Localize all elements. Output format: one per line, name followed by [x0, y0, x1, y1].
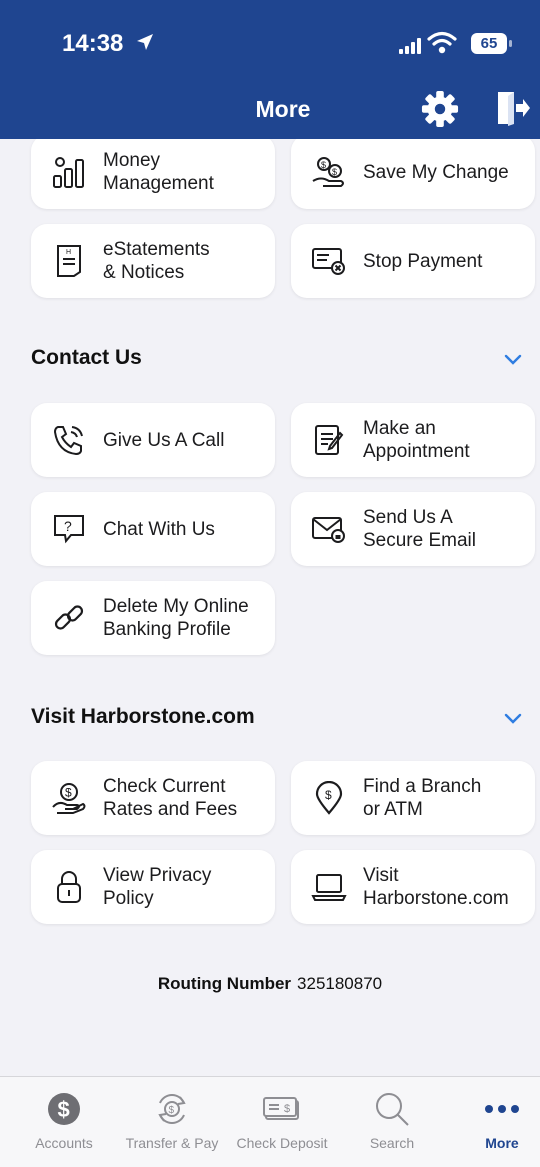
secure-email-card[interactable]: Send Us A Secure Email [291, 492, 535, 566]
notepad-icon [311, 422, 347, 458]
logout-icon[interactable] [496, 90, 530, 126]
phone-icon [51, 422, 87, 458]
tab-label: Transfer & Pay [125, 1135, 219, 1151]
more-content: Money Management $ $ Save My Change H eS… [0, 139, 540, 1076]
status-time-text: 14:38 [62, 30, 124, 57]
card-label: Make an Appointment [363, 418, 470, 462]
make-an-appointment-card[interactable]: Make an Appointment [291, 403, 535, 477]
svg-text:?: ? [64, 518, 72, 534]
svg-text:$: $ [284, 1103, 290, 1115]
svg-text:$: $ [325, 788, 332, 802]
routing-number-value: 325180870 [297, 974, 383, 993]
contact-us-heading: Contact Us [31, 346, 142, 369]
card-label: Save My Change [363, 161, 509, 183]
tab-label: Check Deposit [236, 1135, 328, 1151]
page-title: More [255, 96, 311, 122]
secure-email-icon [311, 511, 347, 547]
gear-icon[interactable] [421, 90, 459, 128]
dollar-circle-icon: $ [10, 1089, 118, 1129]
card-label: Give Us A Call [103, 429, 225, 451]
card-label: Money Management [103, 150, 214, 194]
money-management-card[interactable]: Money Management [31, 139, 275, 209]
transfer-icon: $ [118, 1089, 226, 1129]
stop-payment-card[interactable]: Stop Payment [291, 224, 535, 298]
delete-profile-card[interactable]: Delete My Online Banking Profile [31, 581, 275, 655]
privacy-policy-card[interactable]: View Privacy Policy [31, 850, 275, 924]
save-my-change-card[interactable]: $ $ Save My Change [291, 139, 535, 209]
tab-check-deposit[interactable]: $ Check Deposit [228, 1077, 336, 1167]
cellular-signal-icon [399, 38, 421, 54]
card-label: Visit Harborstone.com [363, 865, 509, 909]
card-label: eStatements & Notices [103, 239, 210, 283]
link-icon [51, 600, 87, 636]
svg-text:$: $ [65, 786, 72, 800]
tab-accounts[interactable]: $ Accounts [10, 1077, 118, 1167]
chat-with-us-card[interactable]: ? Chat With Us [31, 492, 275, 566]
tab-label: More [485, 1135, 519, 1151]
location-arrow-icon [136, 30, 154, 58]
money-hand-icon: $ [51, 780, 87, 816]
card-label: Stop Payment [363, 250, 483, 272]
location-pin-icon: $ [311, 780, 347, 816]
card-label: Delete My Online Banking Profile [103, 596, 249, 640]
card-label: Chat With Us [103, 518, 215, 540]
battery-indicator: 65 [471, 33, 507, 54]
check-rates-card[interactable]: $ Check Current Rates and Fees [31, 761, 275, 835]
document-icon: H [51, 243, 87, 279]
svg-text:H: H [66, 249, 71, 256]
svg-text:$: $ [169, 1105, 175, 1116]
routing-number: Routing Number 325180870 [0, 974, 540, 994]
svg-text:$: $ [321, 160, 326, 170]
check-icon: $ [228, 1089, 336, 1129]
battery-tip [509, 40, 512, 47]
app-header: 14:38 65 More [0, 0, 540, 139]
routing-number-label: Routing Number [157, 974, 292, 993]
estatements-card[interactable]: H eStatements & Notices [31, 224, 275, 298]
give-us-a-call-card[interactable]: Give Us A Call [31, 403, 275, 477]
more-dots-icon [448, 1089, 540, 1129]
wifi-icon [427, 31, 457, 54]
chevron-down-icon[interactable] [503, 353, 523, 367]
card-label: View Privacy Policy [103, 865, 212, 909]
svg-text:$: $ [58, 1097, 70, 1122]
coins-icon: $ $ [311, 154, 347, 190]
card-label: Find a Branch or ATM [363, 776, 482, 820]
search-icon [338, 1089, 446, 1129]
tab-bar: $ Accounts $ Transfer & Pay $ Check Depo… [0, 1076, 540, 1167]
chevron-down-icon[interactable] [503, 712, 523, 726]
find-branch-card[interactable]: $ Find a Branch or ATM [291, 761, 535, 835]
laptop-icon [311, 869, 347, 905]
visit-website-card[interactable]: Visit Harborstone.com [291, 850, 535, 924]
card-label: Check Current Rates and Fees [103, 776, 238, 820]
status-time: 14:38 [62, 30, 154, 58]
svg-text:$: $ [332, 167, 337, 177]
tab-search[interactable]: Search [338, 1077, 446, 1167]
tab-label: Search [369, 1135, 415, 1151]
lock-icon [51, 869, 87, 905]
tab-more[interactable]: More [448, 1077, 540, 1167]
visit-harborstone-heading: Visit Harborstone.com [31, 705, 255, 728]
check-cancel-icon [311, 243, 347, 279]
tab-transfer-pay[interactable]: $ Transfer & Pay [118, 1077, 226, 1167]
card-label: Send Us A Secure Email [363, 507, 476, 551]
chart-bars-icon [51, 154, 87, 190]
chat-icon: ? [51, 511, 87, 547]
tab-label: Accounts [35, 1135, 93, 1151]
